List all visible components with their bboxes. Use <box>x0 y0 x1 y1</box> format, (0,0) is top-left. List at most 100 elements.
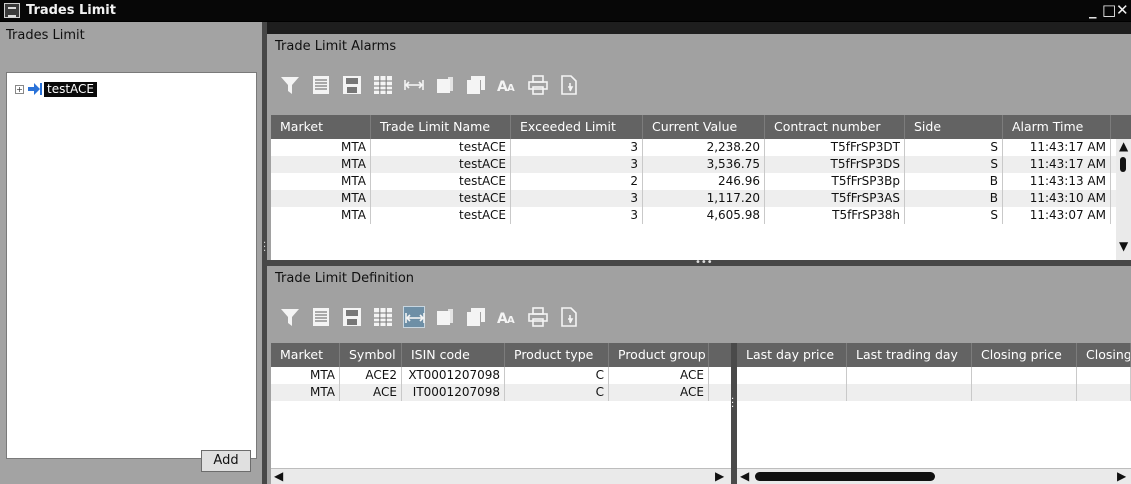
add-button[interactable]: Add <box>201 450 251 472</box>
table-row[interactable]: MTA ACE IT0001207098 C ACE <box>271 384 731 401</box>
table-cell: MTA <box>271 156 371 173</box>
copy-icon[interactable] <box>434 306 456 328</box>
definition-grid-frozen[interactable]: Market Symbol ISIN code Product type Product… <box>271 343 731 484</box>
column-header[interactable]: Contract number <box>765 115 905 139</box>
table-cell: IT0001207098 <box>402 384 505 401</box>
table-cell: 2,238.20 <box>643 139 765 156</box>
column-header[interactable]: Alarm Time <box>1003 115 1111 139</box>
window-title-bar: Trades Limit _ □ ✕ <box>0 0 1131 22</box>
scroll-thumb[interactable] <box>755 472 935 481</box>
alarms-toolbar: AA <box>279 70 589 100</box>
column-header[interactable]: Current Value <box>643 115 765 139</box>
export-icon[interactable] <box>558 306 580 328</box>
table-cell: 11:43:17 AM <box>1003 156 1111 173</box>
table-row[interactable] <box>737 384 1131 401</box>
alarms-vertical-scrollbar[interactable]: ▲ ▼ <box>1116 139 1131 260</box>
definition-grid-header: Market Symbol ISIN code Product type Product… <box>271 343 731 367</box>
fit-width-icon[interactable] <box>403 74 425 96</box>
column-header[interactable]: Market <box>271 343 340 367</box>
scroll-right-icon[interactable]: ▶ <box>715 469 724 483</box>
fit-width-icon[interactable] <box>403 306 425 328</box>
list-icon[interactable] <box>310 306 332 328</box>
export-icon[interactable] <box>558 74 580 96</box>
minimize-button[interactable]: _ <box>1089 1 1097 19</box>
column-header[interactable]: Product group <box>609 343 709 367</box>
scroll-left-icon[interactable]: ◀ <box>274 469 283 483</box>
table-row[interactable]: MTA testACE 3 4,605.98 T5fFrSP38h S 11:43:07 A… <box>271 207 1131 224</box>
table-row[interactable] <box>737 367 1131 384</box>
font-size-icon[interactable]: AA <box>496 74 518 96</box>
maximize-button[interactable]: □ <box>1102 1 1116 19</box>
font-size-icon[interactable]: AA <box>496 306 518 328</box>
table-cell: MTA <box>271 173 371 190</box>
table-cell: ACE <box>609 384 709 401</box>
print-icon[interactable] <box>527 306 549 328</box>
table-row[interactable]: MTA testACE 3 2,238.20 T5fFrSP3DT S 11:43:17 A… <box>271 139 1131 156</box>
alarms-grid[interactable]: Market Trade Limit Name Exceeded Limit Curr… <box>271 115 1131 260</box>
column-header[interactable]: Last day price <box>737 343 847 367</box>
table-cell: C <box>505 384 609 401</box>
table-cell <box>1077 367 1131 384</box>
print-icon[interactable] <box>527 74 549 96</box>
filter-icon[interactable] <box>279 74 301 96</box>
table-cell: S <box>905 156 1003 173</box>
column-header[interactable]: Product type <box>505 343 609 367</box>
scroll-up-icon[interactable]: ▲ <box>1119 139 1128 153</box>
trades-limit-tree[interactable]: + testACE <box>6 72 257 459</box>
table-cell: ACE <box>340 384 402 401</box>
close-button[interactable]: ✕ <box>1116 1 1129 19</box>
definition-grid-scrollable[interactable]: Last day price Last trading day Closing pr… <box>737 343 1131 484</box>
column-header[interactable]: Closing <box>1077 343 1131 367</box>
table-cell <box>737 384 847 401</box>
definition-grid-header-right: Last day price Last trading day Closing pr… <box>737 343 1131 367</box>
table-row[interactable]: MTA ACE2 XT0001207098 C ACE <box>271 367 731 384</box>
table-cell: 11:43:07 AM <box>1003 207 1111 224</box>
expand-icon[interactable]: + <box>15 84 24 94</box>
columns-icon[interactable] <box>372 306 394 328</box>
definition-toolbar: AA <box>279 302 589 332</box>
window-app-icon <box>4 3 20 18</box>
copy-icon[interactable] <box>434 74 456 96</box>
table-cell: ACE <box>609 367 709 384</box>
table-cell: B <box>905 173 1003 190</box>
column-header[interactable]: Market <box>271 115 371 139</box>
copy-all-icon[interactable] <box>465 74 487 96</box>
copy-all-icon[interactable] <box>465 306 487 328</box>
columns-icon[interactable] <box>372 74 394 96</box>
column-header[interactable]: ISIN code <box>402 343 505 367</box>
frozen-horizontal-scrollbar[interactable]: ◀ ▶ <box>271 468 731 484</box>
table-cell <box>972 367 1077 384</box>
table-row[interactable]: MTA testACE 2 246.96 T5fFrSP3Bp B 11:43:13 AM <box>271 173 1131 190</box>
scrollable-horizontal-scrollbar[interactable]: ◀ ▶ <box>737 468 1131 484</box>
scroll-down-icon[interactable]: ▼ <box>1119 239 1128 253</box>
column-header[interactable]: Trade Limit Name <box>371 115 511 139</box>
table-cell: T5fFrSP3Bp <box>765 173 905 190</box>
table-cell: MTA <box>271 207 371 224</box>
column-header[interactable]: Symbol <box>340 343 402 367</box>
filter-icon[interactable] <box>279 306 301 328</box>
table-cell: MTA <box>271 190 371 207</box>
column-header[interactable]: Exceeded Limit <box>511 115 643 139</box>
list-icon[interactable] <box>310 74 332 96</box>
table-row[interactable]: MTA testACE 3 1,117.20 T5fFrSP3AS B 11:43:10 A… <box>271 190 1131 207</box>
window-title: Trades Limit <box>26 3 116 18</box>
column-header[interactable]: Closing price <box>972 343 1077 367</box>
scroll-thumb[interactable] <box>1120 157 1126 172</box>
save-icon[interactable] <box>341 74 363 96</box>
table-cell: 3,536.75 <box>643 156 765 173</box>
table-cell: MTA <box>271 384 340 401</box>
table-cell: T5fFrSP3DS <box>765 156 905 173</box>
column-header[interactable]: Last trading day <box>847 343 972 367</box>
save-icon[interactable] <box>341 306 363 328</box>
tree-item-testace[interactable]: + testACE <box>15 81 98 97</box>
tree-item-label: testACE <box>44 81 98 97</box>
table-cell: B <box>905 190 1003 207</box>
table-cell: C <box>505 367 609 384</box>
scroll-right-icon[interactable]: ▶ <box>1117 469 1126 483</box>
table-cell: S <box>905 139 1003 156</box>
scroll-left-icon[interactable]: ◀ <box>740 469 749 483</box>
table-row[interactable]: MTA testACE 3 3,536.75 T5fFrSP3DS S 11:43:17 A… <box>271 156 1131 173</box>
column-header[interactable]: Side <box>905 115 1003 139</box>
svg-text:A: A <box>507 315 515 326</box>
trades-limit-panel: Trades Limit + testACE Add <box>0 22 262 484</box>
